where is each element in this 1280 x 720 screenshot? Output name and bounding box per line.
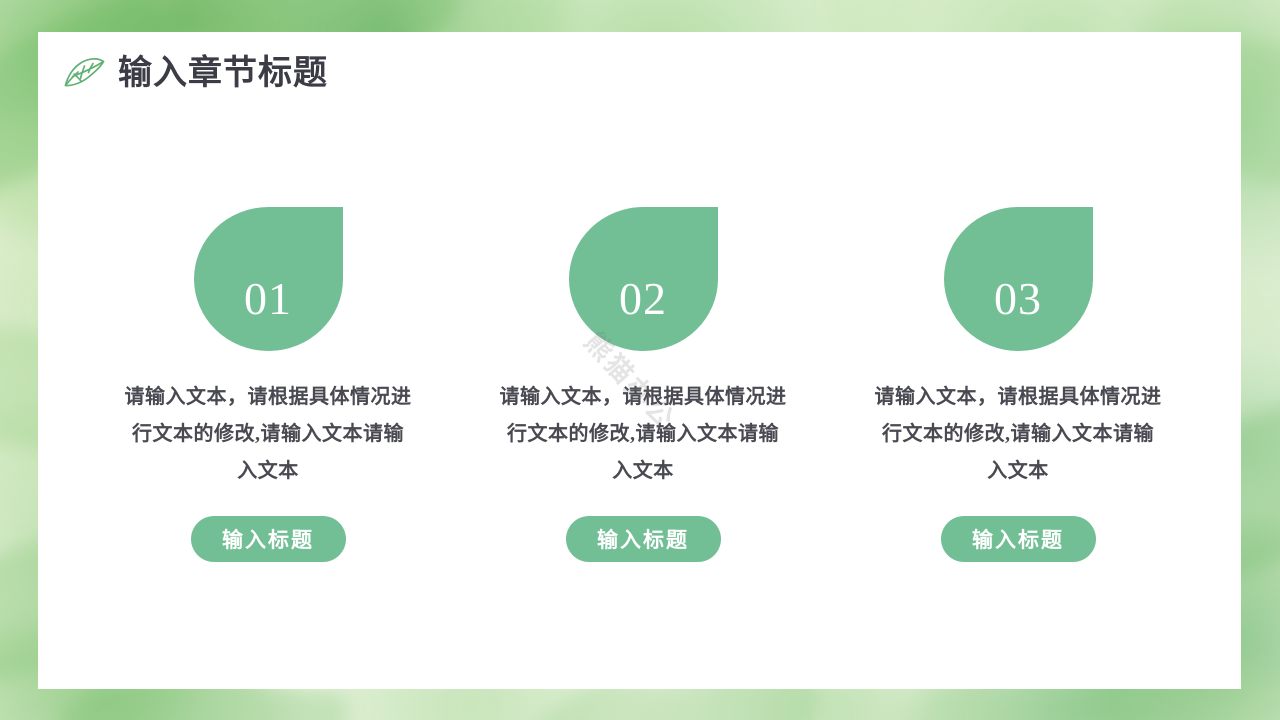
number-badge-01[interactable]: 01 [193,207,343,351]
feature-column: 03 请输入文本，请根据具体情况进行文本的修改,请输入文本请输入文本 输入标题 [848,207,1188,562]
page-title: 输入章节标题 [118,55,328,92]
badge-number: 03 [994,273,1042,324]
badge-number: 01 [244,273,292,324]
column-description: 请输入文本，请根据具体情况进行文本的修改,请输入文本请输入文本 [499,386,787,482]
column-description: 请输入文本，请根据具体情况进行文本的修改,请输入文本请输入文本 [124,386,412,482]
slide-header: 输入章节标题 [62,54,328,94]
column-action-button[interactable]: 输入标题 [940,516,1096,562]
column-action-button[interactable]: 输入标题 [190,516,346,562]
column-description: 请输入文本，请根据具体情况进行文本的修改,请输入文本请输入文本 [874,386,1162,482]
badge-number: 02 [619,273,667,324]
feature-columns: 01 请输入文本，请根据具体情况进行文本的修改,请输入文本请输入文本 输入标题 … [98,207,1188,562]
number-badge-03[interactable]: 03 [943,207,1093,351]
feature-column: 01 请输入文本，请根据具体情况进行文本的修改,请输入文本请输入文本 输入标题 [98,207,438,562]
column-action-button[interactable]: 输入标题 [565,516,721,562]
leaf-icon [64,58,105,87]
content-card: 输入章节标题 01 请输入文本，请根据具体情况进行文本的修改,请输入文本请输入文… [38,32,1241,689]
feature-column: 02 请输入文本，请根据具体情况进行文本的修改,请输入文本请输入文本 输入标题 [473,207,813,562]
number-badge-02[interactable]: 02 [568,207,718,351]
